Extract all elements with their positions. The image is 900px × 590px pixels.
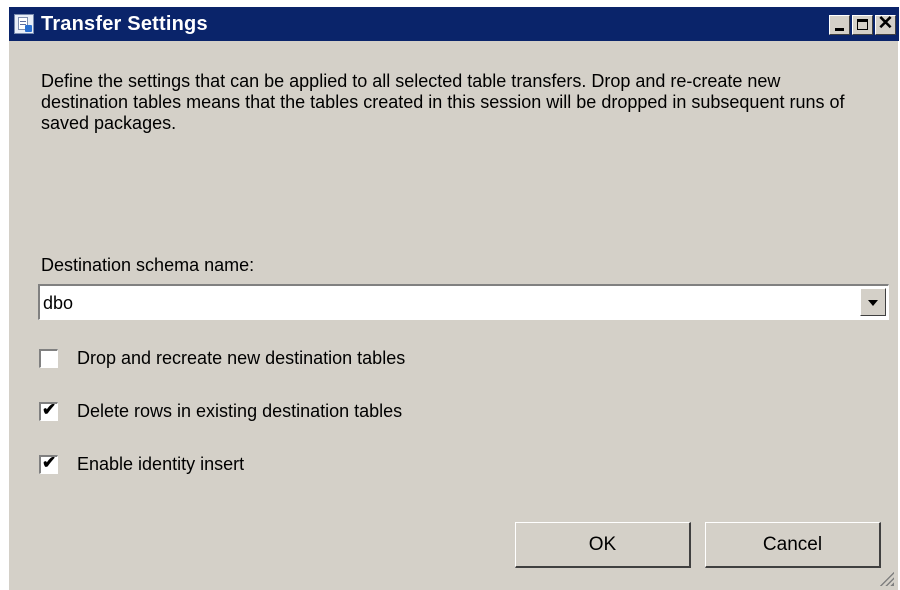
identity-insert-label[interactable]: Enable identity insert xyxy=(77,454,244,475)
checkmark-icon: ✔ xyxy=(42,400,57,419)
transfer-settings-dialog: Transfer Settings ✕ Define the settings … xyxy=(8,6,899,590)
maximize-icon xyxy=(857,19,868,30)
schema-value[interactable]: dbo xyxy=(43,293,73,314)
maximize-button[interactable] xyxy=(852,15,873,35)
delete-rows-label[interactable]: Delete rows in existing destination tabl… xyxy=(77,401,402,422)
description-text: Define the settings that can be applied … xyxy=(41,71,845,133)
close-button[interactable]: ✕ xyxy=(875,13,896,35)
schema-dropdown-button[interactable] xyxy=(860,288,886,316)
chevron-down-icon xyxy=(868,300,878,306)
minimize-icon xyxy=(835,28,844,31)
ok-button[interactable]: OK xyxy=(515,522,691,568)
delete-rows-checkbox[interactable]: ✔ xyxy=(39,400,58,421)
app-icon xyxy=(14,14,34,34)
identity-insert-checkbox[interactable]: ✔ xyxy=(39,453,58,474)
close-icon: ✕ xyxy=(877,13,894,34)
drop-recreate-label[interactable]: Drop and recreate new destination tables xyxy=(77,348,405,369)
drop-recreate-checkbox[interactable] xyxy=(39,349,58,368)
checkmark-icon: ✔ xyxy=(42,453,57,472)
cancel-button[interactable]: Cancel xyxy=(705,522,881,568)
schema-label: Destination schema name: xyxy=(41,255,255,275)
resize-grip-icon[interactable] xyxy=(878,570,894,586)
window-title: Transfer Settings xyxy=(41,13,208,35)
title-bar[interactable]: Transfer Settings ✕ xyxy=(9,7,899,41)
minimize-button[interactable] xyxy=(829,15,850,35)
schema-combobox[interactable]: dbo xyxy=(38,284,889,320)
